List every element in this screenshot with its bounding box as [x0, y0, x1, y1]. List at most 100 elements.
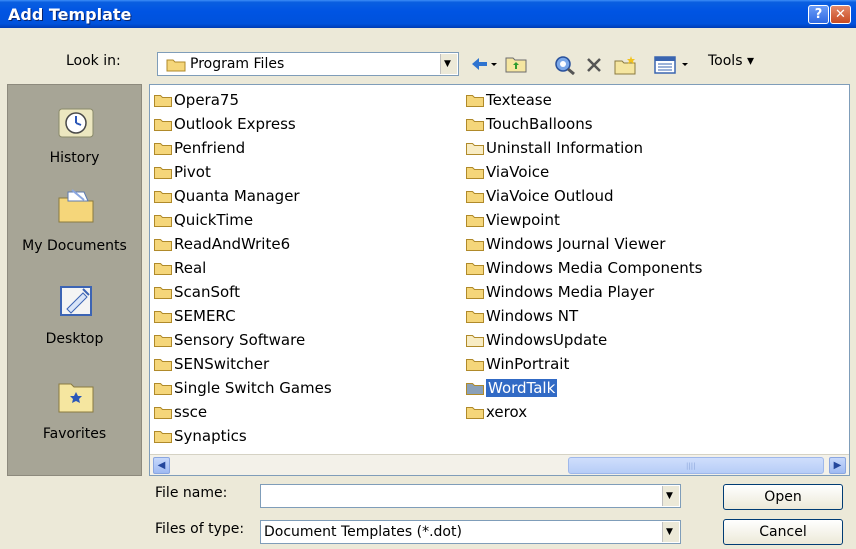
add-template-dialog: Add Template ? ✕ Look in: Program Files … — [0, 0, 856, 549]
folder-name: Opera75 — [174, 91, 240, 109]
folder-icon — [154, 239, 172, 251]
folder-item[interactable]: SENSwitcher — [152, 353, 332, 377]
folder-name: Single Switch Games — [174, 379, 332, 397]
scroll-right-button[interactable]: ▶ — [829, 457, 846, 474]
search-web-icon[interactable] — [554, 55, 578, 75]
folder-icon — [154, 407, 172, 419]
folder-item[interactable]: SEMERC — [152, 305, 332, 329]
folder-icon — [154, 191, 172, 203]
open-button[interactable]: Open — [723, 484, 843, 510]
folder-item[interactable]: Opera75 — [152, 89, 332, 113]
folder-icon — [154, 287, 172, 299]
favorites-icon — [58, 383, 94, 413]
folder-item[interactable]: WordTalk — [464, 377, 702, 401]
folder-item[interactable]: QuickTime — [152, 209, 332, 233]
folder-icon — [154, 95, 172, 107]
file-column: Opera75 Outlook Express Penfriend Pivot Quan… — [152, 89, 332, 449]
folder-item[interactable]: Viewpoint — [464, 209, 702, 233]
files-of-type-dropdown[interactable]: Document Templates (*.dot) ▼ — [260, 520, 681, 544]
folder-name: Textease — [486, 91, 552, 109]
place-my-documents[interactable]: My Documents — [8, 180, 141, 260]
folder-icon — [466, 335, 484, 347]
help-button[interactable]: ? — [808, 5, 829, 24]
folder-item[interactable]: Textease — [464, 89, 702, 113]
folder-name: Quanta Manager — [174, 187, 300, 205]
folder-item[interactable]: ViaVoice — [464, 161, 702, 185]
folder-name: ViaVoice Outloud — [486, 187, 614, 205]
file-name-field[interactable]: ▼ — [260, 484, 681, 508]
folder-item[interactable]: Windows NT — [464, 305, 702, 329]
folder-icon — [154, 383, 172, 395]
folder-item[interactable]: ViaVoice Outloud — [464, 185, 702, 209]
delete-icon[interactable] — [584, 55, 604, 75]
folder-name: Synaptics — [174, 427, 247, 445]
folder-name: Windows Media Components — [486, 259, 703, 277]
folder-icon — [466, 407, 484, 419]
new-folder-icon[interactable] — [614, 55, 638, 75]
folder-item[interactable]: Windows Media Player — [464, 281, 702, 305]
tools-menu[interactable]: Tools ▾ — [708, 53, 754, 69]
folder-icon — [154, 335, 172, 347]
look-in-dropdown[interactable]: Program Files ▼ — [157, 52, 459, 76]
folder-item[interactable]: Synaptics — [152, 425, 332, 449]
file-name-label: File name: — [155, 485, 228, 501]
close-button[interactable]: ✕ — [830, 5, 851, 24]
folder-item[interactable]: TouchBalloons — [464, 113, 702, 137]
folder-icon — [154, 215, 172, 227]
folder-item[interactable]: WindowsUpdate — [464, 329, 702, 353]
folder-item[interactable]: Sensory Software — [152, 329, 332, 353]
folder-item[interactable]: ScanSoft — [152, 281, 332, 305]
desktop-icon — [60, 286, 92, 316]
folder-item[interactable]: WinPortrait — [464, 353, 702, 377]
folder-item[interactable]: Outlook Express — [152, 113, 332, 137]
folder-icon — [154, 119, 172, 131]
place-favorites[interactable]: Favorites — [8, 370, 141, 450]
folder-item[interactable]: Windows Media Components — [464, 257, 702, 281]
up-folder-icon[interactable] — [505, 55, 527, 73]
chevron-down-icon[interactable]: ▼ — [662, 486, 679, 506]
scrollbar-thumb[interactable]: |||| — [568, 457, 824, 474]
places-bar: History My Documents Desktop Favorites — [7, 84, 142, 476]
folder-item[interactable]: xerox — [464, 401, 702, 425]
folder-name: SEMERC — [174, 307, 236, 325]
folder-name: Outlook Express — [174, 115, 296, 133]
folder-item[interactable]: ssce — [152, 401, 332, 425]
scroll-left-button[interactable]: ◀ — [153, 457, 170, 474]
folder-icon — [466, 215, 484, 227]
dialog-title: Add Template — [8, 5, 132, 24]
folder-item[interactable]: Quanta Manager — [152, 185, 332, 209]
folder-icon — [466, 143, 484, 155]
views-icon[interactable] — [654, 55, 694, 75]
cancel-button[interactable]: Cancel — [723, 519, 843, 545]
folder-item[interactable]: Real — [152, 257, 332, 281]
folder-name: Viewpoint — [486, 211, 560, 229]
folder-item[interactable]: ReadAndWrite6 — [152, 233, 332, 257]
folder-item[interactable]: Windows Journal Viewer — [464, 233, 702, 257]
files-of-type-value: Document Templates (*.dot) — [264, 524, 462, 540]
folder-icon — [466, 263, 484, 275]
title-bar[interactable]: Add Template ? ✕ — [0, 0, 856, 28]
folder-icon — [154, 263, 172, 275]
folder-name: Pivot — [174, 163, 211, 181]
back-arrow-icon[interactable] — [470, 55, 498, 73]
place-label: Desktop — [45, 331, 104, 347]
folder-icon — [466, 311, 484, 323]
place-desktop[interactable]: Desktop — [8, 275, 141, 355]
chevron-down-icon[interactable]: ▼ — [440, 54, 457, 74]
folder-icon — [466, 239, 484, 251]
look-in-value: Program Files — [190, 56, 285, 72]
horizontal-scrollbar[interactable]: ◀ |||| ▶ — [150, 454, 849, 475]
look-in-label: Look in: — [66, 53, 121, 69]
folder-name: ReadAndWrite6 — [174, 235, 291, 253]
folder-icon — [154, 431, 172, 443]
place-history[interactable]: History — [8, 95, 141, 175]
place-label: My Documents — [22, 238, 127, 254]
folder-icon — [466, 95, 484, 107]
folder-item[interactable]: Penfriend — [152, 137, 332, 161]
folder-item[interactable]: Pivot — [152, 161, 332, 185]
folder-item[interactable]: Uninstall Information — [464, 137, 702, 161]
file-list[interactable]: Opera75 Outlook Express Penfriend Pivot Quan… — [149, 84, 850, 476]
folder-icon — [466, 119, 484, 131]
folder-item[interactable]: Single Switch Games — [152, 377, 332, 401]
chevron-down-icon[interactable]: ▼ — [662, 522, 679, 542]
